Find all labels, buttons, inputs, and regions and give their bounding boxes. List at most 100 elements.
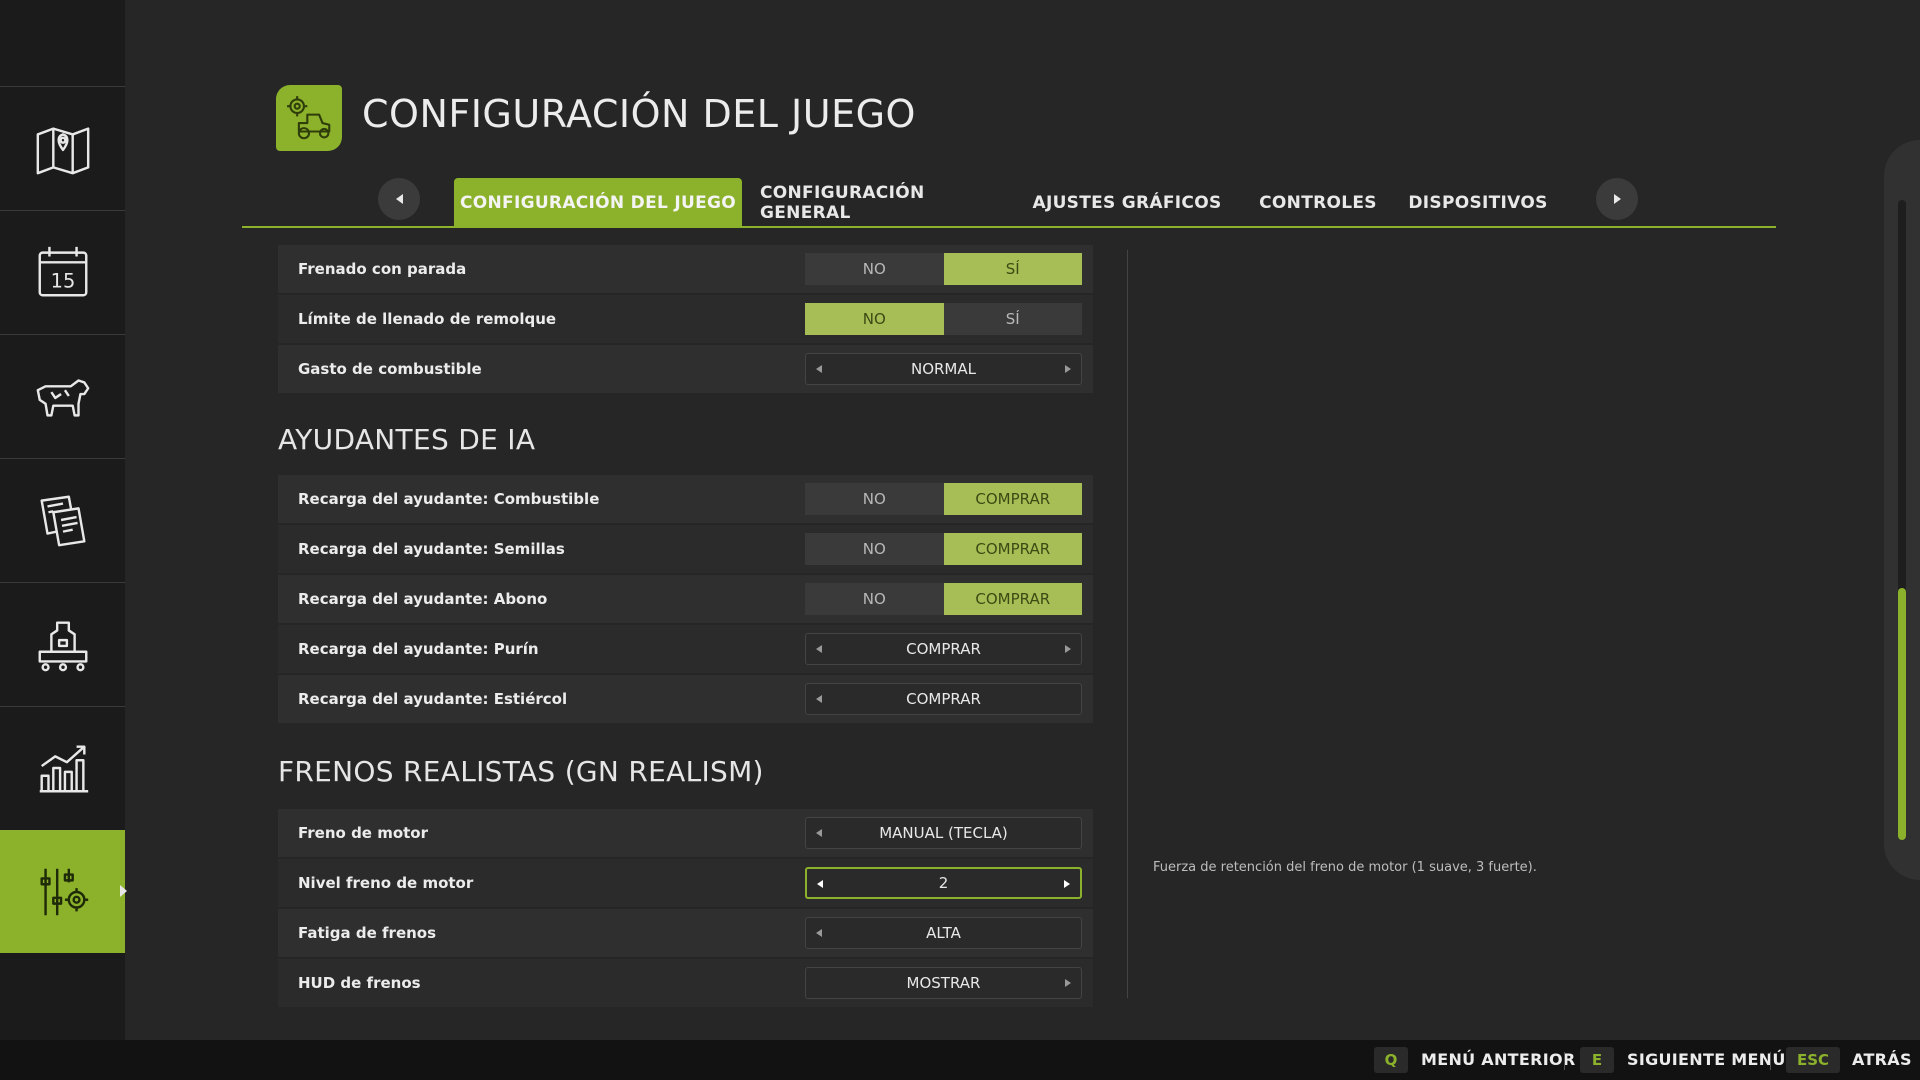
cow-icon [36, 379, 89, 417]
tab-prev-button[interactable] [378, 178, 420, 220]
sidebar-item-settings[interactable] [0, 830, 127, 953]
toggle-option-no[interactable]: NO [805, 583, 944, 615]
sidebar-item-production[interactable] [0, 582, 125, 705]
toggle-option-no[interactable]: NO [805, 253, 944, 285]
key-hint-e: E [1580, 1047, 1614, 1073]
toggle-option-no[interactable]: NO [805, 303, 944, 335]
arrow-right-icon[interactable] [1064, 880, 1070, 888]
engine-brake-level-selector[interactable]: 2 [805, 867, 1082, 899]
selector-value: COMPRAR [906, 690, 981, 708]
setting-row-helper-fertilizer: Recarga del ayudante: Abono NO COMPRAR [278, 575, 1093, 623]
setting-label: Frenado con parada [298, 260, 467, 278]
key-hint-esc: ESC [1786, 1047, 1840, 1073]
setting-label: Recarga del ayudante: Abono [298, 590, 548, 608]
setting-row-trailer-fill-limit: Límite de llenado de remolque NO SÍ [278, 295, 1093, 343]
footer-next-menu-button[interactable]: SIGUIENTE MENÚ [1627, 1050, 1786, 1069]
setting-row-engine-brake: Freno de motor MANUAL (TECLA) [278, 809, 1093, 857]
sidebar-item-animals[interactable] [0, 334, 125, 457]
section-title-realistic-brakes: FRENOS REALISTAS (GN REALISM) [278, 754, 764, 788]
setting-label: Límite de llenado de remolque [298, 310, 557, 328]
tab-game-settings[interactable]: CONFIGURACIÓN DEL JUEGO [454, 178, 742, 228]
key-hint-q: Q [1374, 1047, 1408, 1073]
toggle-option-no[interactable]: NO [805, 533, 944, 565]
helper-manure-selector[interactable]: COMPRAR [805, 683, 1082, 715]
selector-value: MANUAL (TECLA) [879, 824, 1008, 842]
toggle-option-yes[interactable]: SÍ [943, 303, 1082, 335]
selector-value: MOSTRAR [906, 974, 981, 992]
tab-graphics-settings[interactable]: AJUSTES GRÁFICOS [1032, 178, 1222, 227]
documents-icon [39, 495, 86, 547]
setting-row-fuel-usage: Gasto de combustible NORMAL [278, 345, 1093, 393]
tab-devices[interactable]: DISPOSITIVOS [1408, 178, 1547, 227]
selector-value: ALTA [926, 924, 961, 942]
tractor-gear-icon [287, 96, 331, 140]
tab-controls[interactable]: CONTROLES [1258, 178, 1378, 227]
tab-general-settings[interactable]: CONFIGURACIÓN GENERAL [760, 178, 1004, 227]
setting-row-brake-hud: HUD de frenos MOSTRAR [278, 959, 1093, 1007]
setting-row-brake-fatigue: Fatiga de frenos ALTA [278, 909, 1093, 957]
fuel-usage-selector[interactable]: NORMAL [805, 353, 1082, 385]
settings-list: Frenado con parada NO SÍ Límite de llena… [278, 245, 1093, 1009]
arrow-left-icon[interactable] [816, 365, 822, 373]
footer-separator [1564, 1052, 1565, 1070]
tab-next-button[interactable] [1596, 178, 1638, 220]
setting-label: Fatiga de frenos [298, 924, 437, 942]
setting-label: HUD de frenos [298, 974, 421, 992]
arrow-left-icon[interactable] [817, 880, 823, 888]
toggle-option-buy[interactable]: COMPRAR [943, 583, 1082, 615]
helper-fertilizer-toggle: NO COMPRAR [805, 583, 1082, 615]
footer-back-button[interactable]: ATRÁS [1852, 1050, 1912, 1069]
arrow-left-icon[interactable] [816, 645, 822, 653]
active-indicator-arrow [120, 885, 127, 897]
sidebar: 15 [0, 0, 127, 1040]
page-title: CONFIGURACIÓN DEL JUEGO [362, 92, 916, 136]
trailer-fill-limit-toggle: NO SÍ [805, 303, 1082, 335]
footer-prev-menu-button[interactable]: MENÚ ANTERIOR [1421, 1050, 1576, 1069]
panel-divider [1127, 250, 1128, 998]
helper-seeds-toggle: NO COMPRAR [805, 533, 1082, 565]
toggle-option-no[interactable]: NO [805, 483, 944, 515]
svg-text:15: 15 [50, 270, 75, 293]
setting-label: Nivel freno de motor [298, 874, 474, 892]
toggle-option-yes[interactable]: SÍ [943, 253, 1082, 285]
setting-label: Recarga del ayudante: Estiércol [298, 690, 568, 708]
sidebar-item-contracts[interactable] [0, 458, 125, 581]
arrow-right-icon[interactable] [1065, 979, 1071, 987]
arrow-right-icon[interactable] [1065, 645, 1071, 653]
setting-row-engine-brake-level: Nivel freno de motor 2 [278, 859, 1093, 907]
section-title-ai-helpers: AYUDANTES DE IA [278, 422, 536, 456]
setting-label: Recarga del ayudante: Combustible [298, 490, 600, 508]
footer-bar: Q MENÚ ANTERIOR E SIGUIENTE MENÚ ESC ATR… [0, 1040, 1920, 1080]
sidebar-item-statistics[interactable] [0, 706, 125, 829]
selector-value: COMPRAR [906, 640, 981, 658]
helper-slurry-selector[interactable]: COMPRAR [805, 633, 1082, 665]
map-pin-icon [36, 127, 89, 175]
header-icon [276, 85, 342, 151]
arrow-left-icon[interactable] [816, 695, 822, 703]
brake-fatigue-selector[interactable]: ALTA [805, 917, 1082, 949]
calendar-icon: 15 [38, 246, 87, 297]
setting-row-helper-seeds: Recarga del ayudante: Semillas NO COMPRA… [278, 525, 1093, 573]
selector-value: NORMAL [910, 360, 976, 378]
sidebar-item-map[interactable] [0, 86, 125, 209]
toggle-option-buy[interactable]: COMPRAR [943, 483, 1082, 515]
arrow-left-icon[interactable] [816, 829, 822, 837]
tab-bar: CONFIGURACIÓN DEL JUEGO CONFIGURACIÓN GE… [242, 178, 1776, 228]
engine-brake-selector[interactable]: MANUAL (TECLA) [805, 817, 1082, 849]
setting-label: Recarga del ayudante: Semillas [298, 540, 565, 558]
brake-hud-selector[interactable]: MOSTRAR [805, 967, 1082, 999]
arrow-right-icon[interactable] [1065, 365, 1071, 373]
sidebar-item-calendar[interactable]: 15 [0, 210, 125, 333]
scrollbar-thumb[interactable] [1898, 588, 1906, 840]
setting-row-stop-braking: Frenado con parada NO SÍ [278, 245, 1093, 293]
arrow-left-icon[interactable] [816, 929, 822, 937]
arrow-left-icon [395, 194, 403, 204]
setting-label: Recarga del ayudante: Purín [298, 640, 539, 658]
help-text: Fuerza de retención del freno de motor (… [1153, 860, 1537, 875]
helper-fuel-toggle: NO COMPRAR [805, 483, 1082, 515]
setting-row-helper-slurry: Recarga del ayudante: Purín COMPRAR [278, 625, 1093, 673]
stop-braking-toggle: NO SÍ [805, 253, 1082, 285]
setting-label: Freno de motor [298, 824, 429, 842]
toggle-option-buy[interactable]: COMPRAR [943, 533, 1082, 565]
settings-sliders-icon [39, 868, 88, 915]
